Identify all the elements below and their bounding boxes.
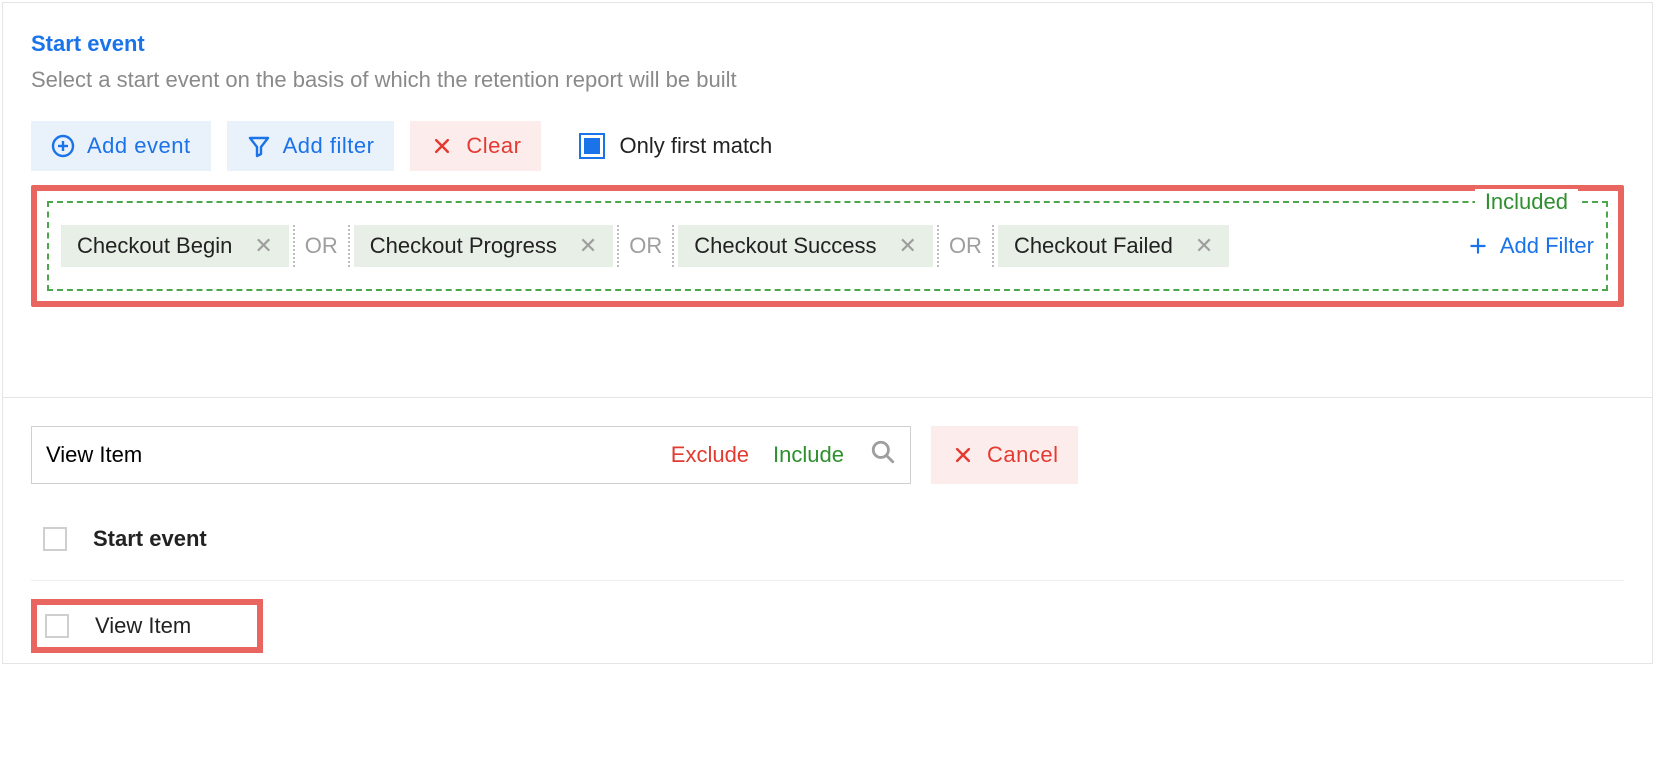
event-chip-label: Checkout Progress — [370, 233, 557, 259]
start-event-panel: Start event Select a start event on the … — [2, 2, 1653, 664]
search-box: Exclude Include — [31, 426, 911, 484]
filter-icon — [247, 134, 271, 158]
or-separator: OR — [617, 225, 674, 267]
thin-divider — [31, 580, 1624, 581]
search-icon[interactable] — [856, 439, 910, 471]
close-icon — [430, 134, 454, 158]
close-icon — [951, 443, 975, 467]
only-first-match-label: Only first match — [619, 133, 772, 159]
search-input[interactable] — [32, 427, 659, 483]
result-group-header[interactable]: Start event — [31, 516, 1624, 562]
result-group-label: Start event — [93, 526, 207, 552]
checkbox-empty-icon[interactable] — [45, 614, 69, 638]
add-event-button[interactable]: Add event — [31, 121, 211, 171]
included-highlight: Included Checkout Begin ✕ OR Checkout Pr… — [31, 185, 1624, 307]
event-chip[interactable]: Checkout Begin ✕ — [61, 225, 289, 267]
result-item-label[interactable]: View Item — [95, 613, 191, 639]
clear-button[interactable]: Clear — [410, 121, 541, 171]
remove-chip-icon[interactable]: ✕ — [254, 233, 272, 259]
plus-circle-icon — [51, 134, 75, 158]
remove-chip-icon[interactable]: ✕ — [579, 233, 597, 259]
result-item-highlight: View Item — [31, 599, 263, 653]
checkbox-empty-icon[interactable] — [43, 527, 67, 551]
cancel-label: Cancel — [987, 442, 1058, 468]
event-chip[interactable]: Checkout Success ✕ — [678, 225, 933, 267]
event-chip-label: Checkout Begin — [77, 233, 232, 259]
event-chip-label: Checkout Success — [694, 233, 876, 259]
event-chip-row: Checkout Begin ✕ OR Checkout Progress ✕ … — [61, 225, 1229, 267]
event-chip-label: Checkout Failed — [1014, 233, 1173, 259]
add-filter-label: Add filter — [283, 133, 375, 159]
plus-icon — [1466, 234, 1490, 258]
exclude-action[interactable]: Exclude — [659, 442, 761, 468]
include-action[interactable]: Include — [761, 442, 856, 468]
event-chip[interactable]: Checkout Progress ✕ — [354, 225, 614, 267]
add-filter-button[interactable]: Add filter — [227, 121, 395, 171]
add-event-label: Add event — [87, 133, 191, 159]
search-row: Exclude Include Cancel — [31, 426, 1624, 484]
cancel-button[interactable]: Cancel — [931, 426, 1078, 484]
event-chip[interactable]: Checkout Failed ✕ — [998, 225, 1229, 267]
remove-chip-icon[interactable]: ✕ — [1195, 233, 1213, 259]
or-separator: OR — [293, 225, 350, 267]
checkbox-icon — [579, 133, 605, 159]
or-separator: OR — [937, 225, 994, 267]
included-title: Included — [1475, 189, 1578, 215]
clear-label: Clear — [466, 133, 521, 159]
toolbar: Add event Add filter Clear — [31, 121, 1624, 171]
only-first-match-checkbox[interactable]: Only first match — [579, 133, 772, 159]
add-filter-link[interactable]: Add Filter — [1448, 233, 1594, 259]
section-title: Start event — [31, 31, 1624, 57]
remove-chip-icon[interactable]: ✕ — [899, 233, 917, 259]
section-description: Select a start event on the basis of whi… — [31, 67, 1624, 93]
add-filter-link-label: Add Filter — [1500, 233, 1594, 259]
included-group: Included Checkout Begin ✕ OR Checkout Pr… — [47, 201, 1608, 291]
